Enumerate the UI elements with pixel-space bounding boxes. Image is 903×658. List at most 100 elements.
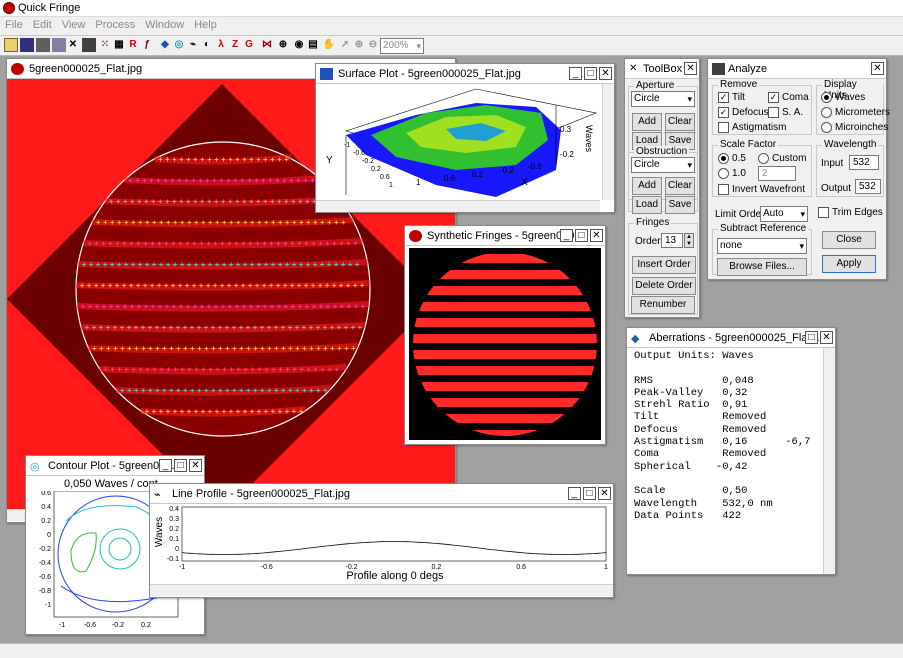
minimize-button[interactable]: _ <box>569 67 582 80</box>
invert-wavefront-checkbox[interactable] <box>718 184 729 195</box>
line-profile-titlebar[interactable]: ⌁ Line Profile - 5green000025_Flat.jpg _… <box>150 484 613 504</box>
copy-icon[interactable] <box>52 38 66 52</box>
close-button[interactable]: ✕ <box>871 62 884 75</box>
waves-radio[interactable] <box>821 92 832 103</box>
open-icon[interactable] <box>4 38 18 52</box>
obstruction-clear-button[interactable]: Clear <box>665 177 695 195</box>
defocus-checkbox[interactable]: ✓ <box>718 107 729 118</box>
synthetic-titlebar[interactable]: Synthetic Fringes - 5green000... _ □ ✕ <box>405 226 605 246</box>
aberrations-vscroll[interactable] <box>823 348 835 574</box>
r-icon[interactable]: R <box>126 38 140 52</box>
svg-text:+: + <box>246 323 251 332</box>
obstruction-add-button[interactable]: Add <box>632 177 662 195</box>
fx-icon[interactable]: ƒ <box>140 38 154 52</box>
scale-custom-input[interactable]: 2 <box>758 166 796 181</box>
svg-text:+: + <box>218 344 223 353</box>
minimize-button[interactable]: _ <box>568 487 581 500</box>
grid-icon[interactable]: ▦ <box>112 38 126 52</box>
contour-icon[interactable]: ◎ <box>172 38 186 52</box>
menu-process[interactable]: Process <box>90 17 140 33</box>
fringe-icon[interactable]: ⋈ <box>260 38 274 52</box>
zoom-in-icon[interactable]: ⊕ <box>352 38 366 52</box>
svg-text:+: + <box>117 260 122 269</box>
surface-vscroll[interactable] <box>602 84 614 200</box>
sa-checkbox[interactable] <box>768 107 779 118</box>
surface-plot-titlebar[interactable]: Surface Plot - 5green000025_Flat.jpg _ □… <box>316 64 614 84</box>
astigmatism-checkbox[interactable] <box>718 122 729 133</box>
maximize-button[interactable]: □ <box>575 229 588 242</box>
obstruction-load-button[interactable]: Load <box>632 196 662 214</box>
close-button[interactable]: Close <box>822 231 876 249</box>
close-button[interactable]: ✕ <box>590 229 603 242</box>
maximize-button[interactable]: □ <box>583 487 596 500</box>
surface-hscroll[interactable] <box>316 200 600 212</box>
coma-checkbox[interactable]: ✓ <box>768 92 779 103</box>
subtract-reference-select[interactable]: none <box>717 238 807 254</box>
points-icon[interactable]: ⁙ <box>98 38 112 52</box>
menu-view[interactable]: View <box>57 17 91 33</box>
svg-text:+: + <box>325 281 330 290</box>
menu-help[interactable]: Help <box>189 17 222 33</box>
close-button[interactable]: ✕ <box>599 67 612 80</box>
scale-05-radio[interactable] <box>718 153 729 164</box>
zoom-out-icon[interactable]: ⊖ <box>366 38 380 52</box>
obstruction-shape-select[interactable]: Circle <box>631 157 695 173</box>
tools-icon[interactable]: ✕ <box>66 38 80 52</box>
aberrations-titlebar[interactable]: ◆ Aberrations - 5green000025_Flat... □ ✕ <box>627 328 835 348</box>
film-icon[interactable] <box>82 38 96 52</box>
apply-button[interactable]: Apply <box>822 255 876 273</box>
close-button[interactable]: ✕ <box>820 331 833 344</box>
tilt-checkbox[interactable]: ✓ <box>718 92 729 103</box>
browse-files-button[interactable]: Browse Files... <box>717 258 807 276</box>
maximize-button[interactable]: □ <box>174 459 187 472</box>
close-button[interactable]: ✕ <box>598 487 611 500</box>
renumber-button[interactable]: Renumber <box>631 296 695 314</box>
g-icon[interactable]: G <box>242 38 256 52</box>
save-icon[interactable] <box>20 38 34 52</box>
z-icon[interactable]: Z <box>228 38 242 52</box>
pointer-icon[interactable]: ➚ <box>338 38 352 52</box>
order-input[interactable]: 13 <box>661 233 683 248</box>
target-icon[interactable]: ◉ <box>292 38 306 52</box>
minimize-button[interactable]: _ <box>560 229 573 242</box>
close-button[interactable]: ✕ <box>189 459 202 472</box>
menu-edit[interactable]: Edit <box>28 17 57 33</box>
print-icon[interactable] <box>36 38 50 52</box>
surface-icon[interactable]: ◆ <box>158 38 172 52</box>
micrometers-radio[interactable] <box>821 107 832 118</box>
table-icon[interactable]: ▤ <box>306 38 320 52</box>
scale-custom-radio[interactable] <box>758 153 769 164</box>
menu-file[interactable]: File <box>0 17 28 33</box>
delete-order-button[interactable]: Delete Order <box>632 277 696 295</box>
menu-window[interactable]: Window <box>140 17 189 33</box>
obstruction-save-button[interactable]: Save <box>665 196 695 214</box>
profile-icon[interactable]: ⌁ <box>186 38 200 52</box>
analyze-titlebar[interactable]: Analyze ✕ <box>708 59 886 79</box>
trim-edges-checkbox[interactable] <box>818 207 829 218</box>
close-button[interactable]: ✕ <box>684 62 697 75</box>
maximize-button[interactable]: □ <box>805 331 818 344</box>
wavelength-input-field[interactable]: 532 <box>849 155 879 170</box>
minimize-button[interactable]: _ <box>159 459 172 472</box>
lambda-icon[interactable]: λ <box>214 38 228 52</box>
aperture-add-button[interactable]: Add <box>632 113 662 131</box>
maximize-button[interactable]: □ <box>584 67 597 80</box>
scale-10-radio[interactable] <box>718 168 729 179</box>
hand-icon[interactable]: ✋ <box>322 38 336 52</box>
contour-titlebar[interactable]: ◎ Contour Plot - 5green000... _ □ ✕ <box>26 456 204 476</box>
svg-text:+: + <box>269 239 274 248</box>
waves-label: Waves <box>835 92 866 103</box>
limit-order-select[interactable]: Auto <box>760 206 808 222</box>
order-spinner[interactable]: ▲ ▼ <box>684 233 694 248</box>
insert-order-button[interactable]: Insert Order <box>632 256 696 274</box>
aperture-icon[interactable]: ⊕ <box>276 38 290 52</box>
aperture-clear-button[interactable]: Clear <box>665 113 695 131</box>
synth-icon[interactable]: ◐ <box>200 38 214 52</box>
microinches-radio[interactable] <box>821 122 832 133</box>
zoom-select[interactable]: 200% <box>380 38 424 54</box>
toolbox-titlebar[interactable]: ✕ ToolBox ✕ <box>625 59 699 79</box>
svg-text:+: + <box>155 386 160 395</box>
aperture-shape-select[interactable]: Circle <box>631 91 695 107</box>
profile-hscroll[interactable] <box>150 584 613 596</box>
wavelength-output-field[interactable]: 532 <box>855 179 881 194</box>
